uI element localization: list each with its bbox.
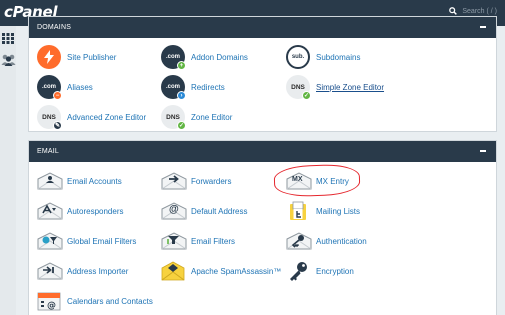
- collapse-icon[interactable]: [478, 22, 488, 32]
- grid-icon[interactable]: [0, 31, 16, 45]
- icon-text: @: [169, 204, 179, 215]
- icon-text: DNS: [166, 113, 180, 121]
- icon-text: .com: [165, 54, 180, 60]
- side-navigation: [0, 26, 16, 315]
- email-accounts-label: Email Accounts: [67, 176, 122, 186]
- authentication-icon: [286, 229, 312, 253]
- check-badge-icon: ✓: [177, 121, 186, 130]
- icon-text: DNS: [42, 113, 56, 121]
- email-accounts-link[interactable]: Email Accounts: [37, 169, 122, 193]
- autoresponders-link[interactable]: Autoresponders: [37, 199, 123, 223]
- mailing-lists-link[interactable]: Mailing Lists: [286, 199, 360, 223]
- autoresponders-label: Autoresponders: [67, 206, 124, 216]
- collapse-icon[interactable]: [478, 146, 488, 156]
- aliases-label: Aliases: [67, 82, 93, 92]
- default-address-link[interactable]: @ Default Address: [161, 199, 247, 223]
- encryption-label: Encryption: [316, 266, 354, 276]
- addon-domains-label: Addon Domains: [191, 52, 248, 62]
- site-publisher-label: Site Publisher: [67, 52, 117, 62]
- authentication-link[interactable]: Authentication: [286, 229, 367, 253]
- lightning-icon: [37, 45, 61, 69]
- zone-editor-link[interactable]: DNS ✓ Zone Editor: [161, 105, 233, 130]
- domains-panel: DOMAINS Site Publisher .com + Addon Domai…: [28, 16, 497, 132]
- minus-badge-icon: −: [53, 91, 62, 100]
- search-placeholder: Search ( / ): [462, 7, 497, 15]
- global-email-filters-link[interactable]: Global Email Filters: [37, 229, 136, 253]
- mailing-lists-icon: [286, 199, 310, 223]
- search-icon: [449, 7, 458, 15]
- aliases-link[interactable]: .com − Aliases: [37, 75, 93, 100]
- email-filters-icon: [161, 229, 187, 253]
- forwarders-link[interactable]: Forwarders: [161, 169, 231, 193]
- plus-badge-icon: +: [177, 61, 186, 70]
- address-importer-label: Address Importer: [67, 266, 129, 276]
- zone-editor-label: Zone Editor: [191, 112, 233, 122]
- redirects-label: Redirects: [191, 82, 225, 92]
- calendars-and-contacts-link[interactable]: @ Calendars and Contacts: [37, 289, 153, 313]
- calendar-icon: @: [37, 289, 61, 313]
- redirects-link[interactable]: .com › Redirects: [161, 75, 225, 100]
- calendars-and-contacts-label: Calendars and Contacts: [67, 296, 153, 306]
- email-filters-link[interactable]: Email Filters: [161, 229, 235, 253]
- svg-text:@: @: [47, 301, 56, 311]
- users-icon[interactable]: [0, 53, 16, 67]
- search-box[interactable]: Search ( / ): [449, 7, 497, 15]
- domains-panel-title: DOMAINS: [37, 24, 72, 31]
- subdomains-label: Subdomains: [316, 52, 361, 62]
- encryption-link[interactable]: Encryption: [286, 259, 354, 283]
- email-panel: EMAIL Email Accounts Forwarders MX MX En…: [28, 140, 497, 315]
- forwarders-icon: [161, 169, 187, 193]
- site-publisher-link[interactable]: Site Publisher: [37, 45, 116, 69]
- address-importer-link[interactable]: Address Importer: [37, 259, 128, 283]
- global-email-filters-label: Global Email Filters: [67, 236, 137, 246]
- global-filters-icon: [37, 229, 63, 253]
- advanced-zone-editor-label: Advanced Zone Editor: [67, 112, 147, 122]
- apache-spamassassin-link[interactable]: Apache SpamAssassin™: [161, 259, 281, 283]
- email-panel-header[interactable]: EMAIL: [29, 141, 496, 162]
- address-importer-icon: [37, 259, 63, 283]
- check-badge-icon: ✓: [302, 91, 311, 100]
- subdomains-link[interactable]: sub. Subdomains: [286, 45, 360, 69]
- email-panel-title: EMAIL: [37, 148, 60, 155]
- arrow-badge-icon: ›: [177, 91, 186, 100]
- email-filters-label: Email Filters: [191, 236, 236, 246]
- advanced-zone-editor-link[interactable]: DNS ✎ Advanced Zone Editor: [37, 105, 147, 130]
- default-address-icon: @: [161, 199, 187, 223]
- icon-text: sub.: [291, 54, 305, 60]
- simple-zone-editor-link[interactable]: DNS ✓ Simple Zone Editor: [286, 75, 385, 100]
- mailing-lists-label: Mailing Lists: [316, 206, 361, 216]
- simple-zone-editor-label: Simple Zone Editor: [316, 82, 385, 92]
- autoresponders-icon: [37, 199, 63, 223]
- icon-text: .com: [41, 84, 56, 90]
- key-icon: [286, 259, 310, 283]
- authentication-label: Authentication: [316, 236, 367, 246]
- default-address-label: Default Address: [191, 206, 248, 216]
- icon-text: .com: [165, 84, 180, 90]
- apache-spamassassin-label: Apache SpamAssassin™: [191, 266, 282, 276]
- forwarders-label: Forwarders: [191, 176, 232, 186]
- domains-panel-header[interactable]: DOMAINS: [29, 17, 496, 38]
- spamassassin-icon: [161, 259, 185, 283]
- sub-icon: sub.: [286, 45, 310, 69]
- email-accounts-icon: [37, 169, 63, 193]
- icon-text: DNS: [291, 83, 305, 91]
- pencil-badge-icon: ✎: [53, 121, 62, 130]
- addon-domains-link[interactable]: .com + Addon Domains: [161, 45, 248, 70]
